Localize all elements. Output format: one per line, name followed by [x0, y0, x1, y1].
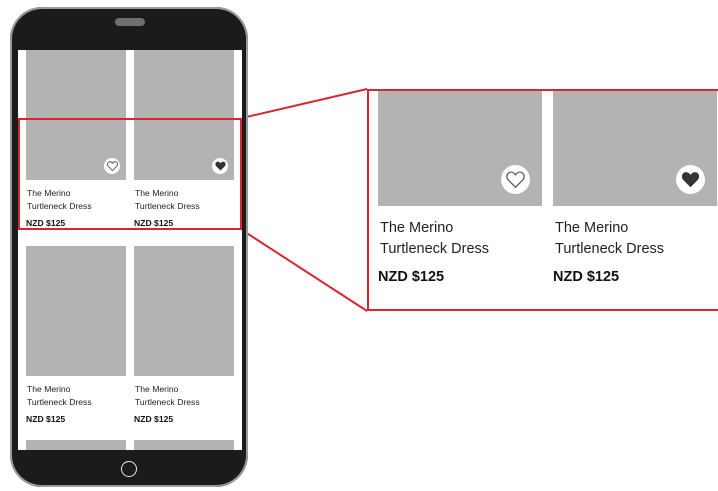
product-name-line1: The Merino [27, 384, 71, 394]
phone-screen: The Merino Turtleneck Dress NZD $125 The… [18, 50, 242, 450]
product-image[interactable] [378, 91, 542, 206]
product-name-line2: Turtleneck Dress [380, 241, 490, 257]
product-image[interactable] [26, 440, 126, 450]
product-price: NZD $125 [134, 414, 174, 424]
product-card[interactable]: The Merino Turtleneck Dress NZD $125 [26, 246, 126, 424]
product-name-line2: Turtleneck Dress [135, 397, 200, 407]
connector-bottom [241, 229, 368, 312]
connector-top [241, 88, 368, 119]
zoom-callout: The Merino Turtleneck Dress NZD $125 The… [367, 89, 718, 311]
heart-outline-icon [506, 171, 525, 188]
product-image[interactable] [134, 246, 234, 376]
home-button[interactable] [121, 461, 137, 477]
zoomed-product-card[interactable]: The Merino Turtleneck Dress NZD $125 [378, 91, 542, 285]
product-price: NZD $125 [378, 269, 445, 285]
product-price: NZD $125 [553, 269, 620, 285]
product-name[interactable]: The Merino Turtleneck Dress [134, 383, 234, 409]
product-image[interactable] [134, 440, 234, 450]
product-name[interactable]: The Merino Turtleneck Dress [553, 218, 717, 260]
product-card[interactable] [26, 440, 126, 450]
product-name[interactable]: The Merino Turtleneck Dress [26, 383, 126, 409]
phone-speaker [115, 18, 145, 26]
favorite-button[interactable] [501, 165, 530, 194]
product-price: NZD $125 [26, 414, 66, 424]
zoomed-product-card[interactable]: The Merino Turtleneck Dress NZD $125 [553, 91, 717, 285]
product-name[interactable]: The Merino Turtleneck Dress [378, 218, 542, 260]
favorite-button[interactable] [676, 165, 705, 194]
product-name-line2: Turtleneck Dress [555, 241, 665, 257]
product-image[interactable] [553, 91, 717, 206]
product-name-line1: The Merino [380, 220, 454, 236]
product-name-line1: The Merino [555, 220, 629, 236]
product-card[interactable] [134, 440, 234, 450]
heart-filled-icon [681, 172, 700, 188]
product-image[interactable] [26, 246, 126, 376]
product-card[interactable]: The Merino Turtleneck Dress NZD $125 [134, 246, 234, 424]
phone-device: The Merino Turtleneck Dress NZD $125 The… [10, 7, 248, 487]
product-name-line2: Turtleneck Dress [27, 397, 92, 407]
product-name-line1: The Merino [135, 384, 179, 394]
highlight-frame [18, 118, 242, 230]
